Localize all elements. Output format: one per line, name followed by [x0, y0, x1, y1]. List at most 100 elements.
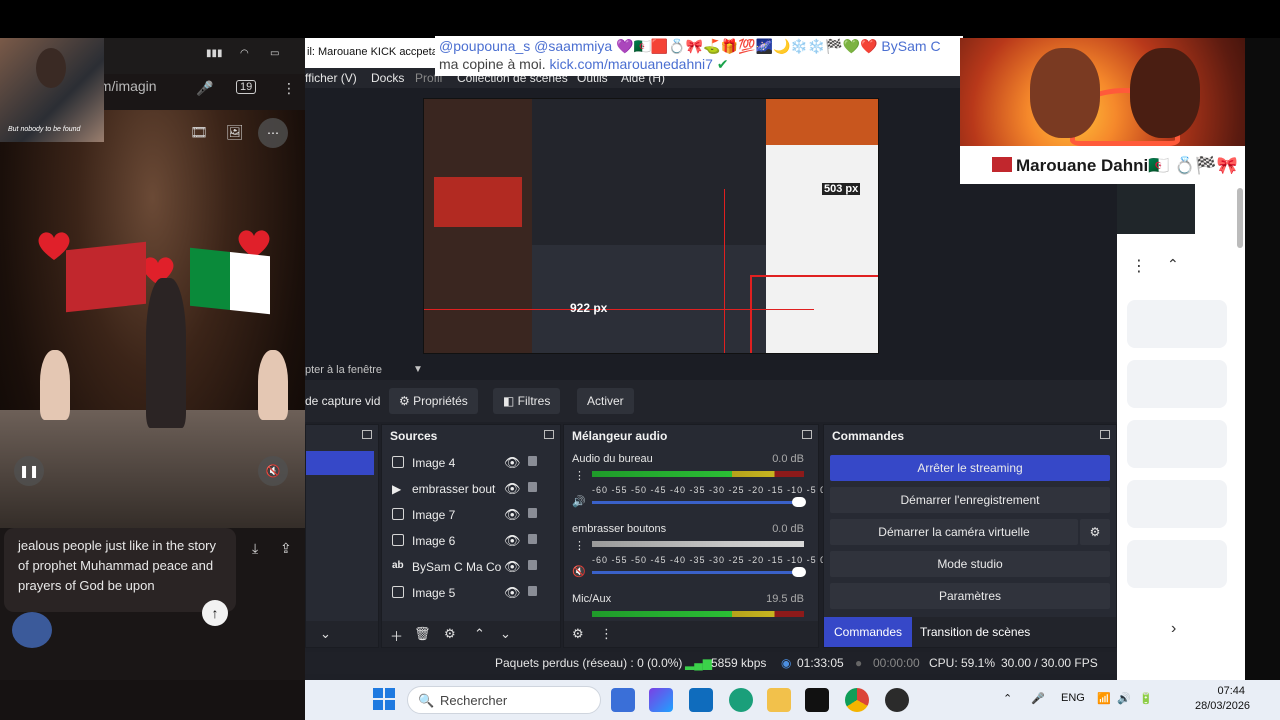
- chevron-up-icon[interactable]: ⌃: [1003, 692, 1012, 705]
- muted-volume-icon[interactable]: 🔇: [572, 565, 586, 578]
- stop-streaming-button[interactable]: Arrêter le streaming: [830, 455, 1110, 481]
- tab-scene-transitions[interactable]: Transition de scènes: [920, 625, 1030, 639]
- app-icon[interactable]: [611, 688, 635, 712]
- mic-icon[interactable]: 🎤: [1031, 692, 1045, 705]
- overlay-caption: But nobody to be found: [8, 126, 81, 133]
- plus-icon[interactable]: ＋: [390, 626, 403, 645]
- activate-button[interactable]: Activer: [577, 388, 634, 414]
- audio-app-icon[interactable]: [805, 688, 829, 712]
- eye-icon[interactable]: 👁: [504, 455, 521, 471]
- start-virtual-cam-button[interactable]: Démarrer la caméra virtuelle: [830, 519, 1078, 545]
- taskbar-clock[interactable]: 07:44 28/03/2026: [1195, 684, 1250, 714]
- settings-button[interactable]: Paramètres: [830, 583, 1110, 609]
- avatar[interactable]: [12, 612, 52, 648]
- chrome-icon[interactable]: [845, 688, 869, 712]
- obs-icon[interactable]: [885, 688, 909, 712]
- lock-icon[interactable]: [528, 482, 537, 492]
- preview-fit-label[interactable]: pter à la fenêtre: [305, 364, 382, 376]
- source-row[interactable]: Image 5 👁: [388, 581, 554, 605]
- volume-icon[interactable]: 🔊: [572, 495, 586, 508]
- kick-link[interactable]: kick.com/marouanedahni7: [550, 56, 713, 72]
- copilot-icon[interactable]: [649, 688, 673, 712]
- float-icon[interactable]: [362, 430, 372, 439]
- taskbar-search[interactable]: 🔍 Rechercher: [407, 686, 601, 714]
- lock-icon[interactable]: [528, 586, 537, 596]
- eye-icon[interactable]: 👁: [504, 533, 521, 549]
- slider-knob[interactable]: [792, 567, 806, 577]
- source-row[interactable]: Image 4 👁: [388, 451, 554, 475]
- share-icon[interactable]: ⇪: [280, 540, 292, 557]
- folder-icon[interactable]: [767, 688, 791, 712]
- float-icon[interactable]: [1100, 430, 1110, 439]
- arrow-down-icon[interactable]: ⌄: [500, 626, 511, 642]
- volume-slider[interactable]: [592, 567, 806, 577]
- film-icon[interactable]: 🎞: [190, 124, 208, 141]
- source-row[interactable]: Image 7 👁: [388, 503, 554, 527]
- start-recording-button[interactable]: Démarrer l'enregistrement: [830, 487, 1110, 513]
- source-row[interactable]: Image 6 👁: [388, 529, 554, 553]
- tab-controls[interactable]: Commandes: [824, 617, 912, 647]
- pause-icon[interactable]: ❚❚: [14, 456, 44, 486]
- more-vert-icon[interactable]: ⋮: [282, 80, 296, 97]
- volume-slider[interactable]: [592, 497, 806, 507]
- slider-knob[interactable]: [792, 497, 806, 507]
- chevron-right-icon[interactable]: ›: [1171, 620, 1176, 638]
- download-icon[interactable]: ⤓: [252, 540, 258, 557]
- edge-icon[interactable]: [729, 688, 753, 712]
- gear-icon[interactable]: ⚙: [444, 626, 456, 642]
- chevron-down-icon[interactable]: ⌄: [320, 626, 331, 642]
- chevron-up-icon[interactable]: ⌃: [1167, 256, 1179, 273]
- filters-button[interactable]: ◧ Filtres: [493, 388, 561, 414]
- image-icon: [392, 534, 404, 546]
- tabs-icon[interactable]: 19: [236, 80, 257, 94]
- virtual-cam-settings-button[interactable]: ⚙: [1080, 519, 1110, 545]
- right-edge: [1237, 38, 1280, 720]
- float-icon[interactable]: [802, 430, 812, 439]
- outlook-icon[interactable]: [689, 688, 713, 712]
- bitrate: 5859 kbps: [711, 656, 767, 670]
- selection-box[interactable]: [750, 275, 878, 353]
- channel-db: 19.5 dB: [766, 593, 804, 605]
- more-vert-icon[interactable]: ⋮: [574, 539, 585, 552]
- chat-bubble: jealous people just like in the story of…: [4, 528, 236, 612]
- eye-icon[interactable]: 👁: [504, 507, 521, 523]
- phone-url-bar[interactable]: om/imagin: [92, 78, 184, 98]
- arrow-up-icon[interactable]: ⌃: [474, 626, 485, 642]
- image-icon[interactable]: 🖼: [226, 124, 244, 141]
- trash-icon[interactable]: 🗑: [414, 626, 431, 642]
- lock-icon[interactable]: [528, 456, 537, 466]
- scene-selected[interactable]: [306, 451, 374, 475]
- source-row[interactable]: ab BySam C Ma Co 👁: [388, 555, 554, 579]
- lock-icon[interactable]: [528, 508, 537, 518]
- source-row[interactable]: ▶ embrasser bout 👁: [388, 477, 554, 501]
- lock-icon[interactable]: [528, 560, 537, 570]
- language-indicator[interactable]: ENG: [1061, 692, 1085, 704]
- lock-icon[interactable]: [528, 534, 537, 544]
- menu-view[interactable]: fficher (V): [305, 71, 357, 85]
- send-button[interactable]: ↑: [202, 600, 228, 626]
- battery-icon[interactable]: 🔋: [1139, 692, 1153, 705]
- scrollbar[interactable]: [1237, 188, 1243, 248]
- gear-icon[interactable]: ⚙: [572, 626, 584, 642]
- signal-icon: ▮▮▮: [206, 48, 223, 59]
- menu-docks[interactable]: Docks: [371, 71, 404, 85]
- more-horiz-icon[interactable]: ⋯: [258, 118, 288, 148]
- wifi-icon[interactable]: 📶: [1097, 692, 1111, 705]
- properties-button[interactable]: ⚙ Propriétés: [389, 388, 478, 414]
- scenes-dock: ⌄: [305, 424, 379, 648]
- windows-start-icon[interactable]: [373, 688, 395, 710]
- eye-icon[interactable]: 👁: [504, 559, 521, 575]
- mic-icon[interactable]: 🎤: [196, 80, 213, 97]
- preview-canvas[interactable]: 503 px 922 px: [423, 98, 879, 354]
- studio-mode-button[interactable]: Mode studio: [830, 551, 1110, 577]
- phone-video[interactable]: 🎞 🖼 ⋯: [0, 110, 305, 550]
- chevron-down-icon[interactable]: ▼: [413, 364, 423, 375]
- more-vert-icon[interactable]: ⋮: [574, 469, 585, 482]
- more-vert-icon[interactable]: ⋮: [1131, 256, 1147, 276]
- mute-icon[interactable]: 🔇: [258, 456, 288, 486]
- more-vert-icon[interactable]: ⋮: [600, 626, 613, 642]
- eye-icon[interactable]: 👁: [504, 481, 521, 497]
- float-icon[interactable]: [544, 430, 554, 439]
- volume-icon[interactable]: 🔊: [1117, 692, 1131, 705]
- eye-icon[interactable]: 👁: [504, 585, 521, 601]
